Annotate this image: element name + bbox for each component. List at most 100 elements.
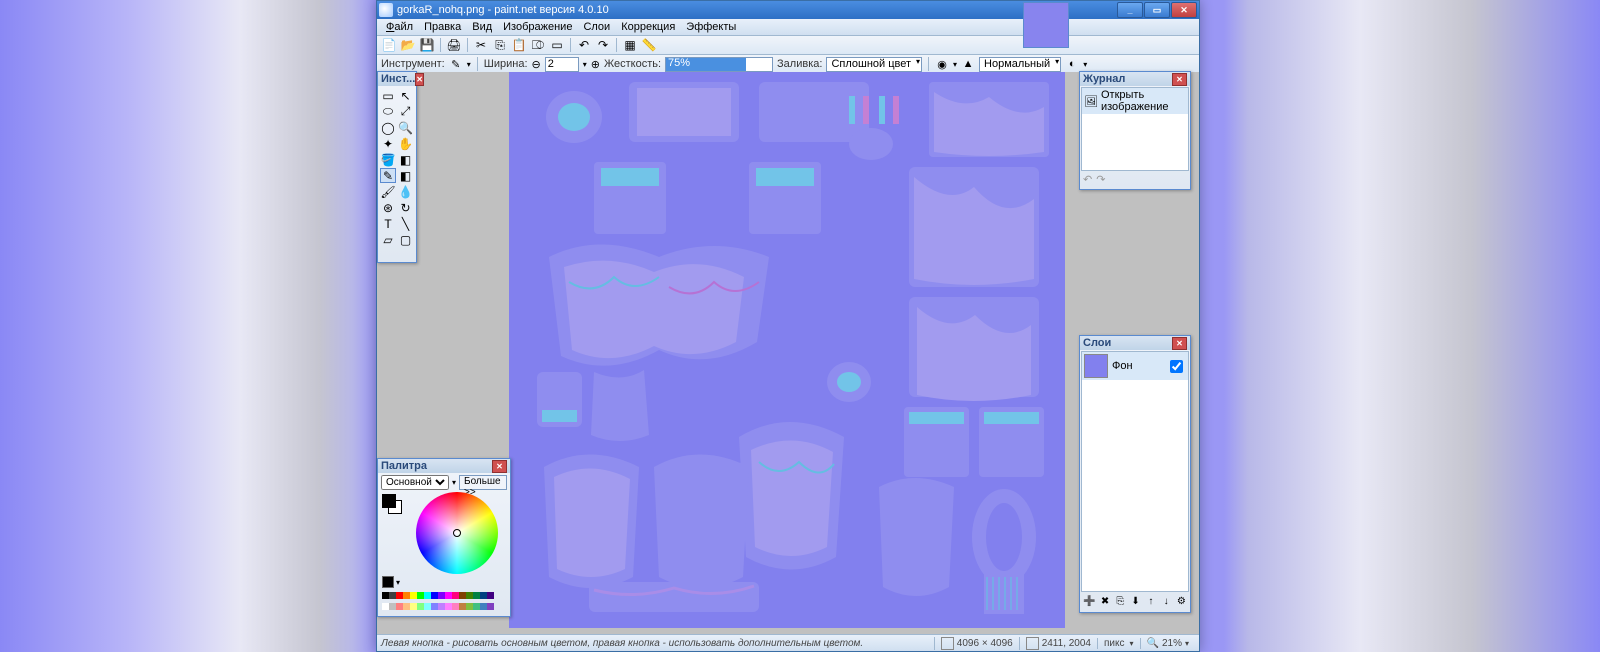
- line-tool[interactable]: ╲: [398, 216, 414, 231]
- menu-adjust[interactable]: Коррекция: [616, 21, 680, 33]
- ellipse-select-tool[interactable]: ◯: [380, 120, 396, 135]
- move-up-icon[interactable]: ↑: [1145, 595, 1156, 608]
- crop-icon[interactable]: ⎄: [530, 37, 546, 53]
- colors-panel[interactable]: Палитра✕ Основной ▾ Больше >> ▾: [377, 458, 511, 617]
- grid-icon[interactable]: ▦: [622, 37, 638, 53]
- palette-swatch[interactable]: [487, 592, 494, 599]
- lasso-tool[interactable]: ⬭: [380, 104, 396, 119]
- palette-swatch[interactable]: [452, 603, 459, 610]
- move-tool[interactable]: ↖: [398, 88, 414, 103]
- maximize-button[interactable]: ▭: [1144, 2, 1170, 18]
- palette-swatch[interactable]: [459, 592, 466, 599]
- open-icon[interactable]: 📂: [400, 37, 416, 53]
- gradient-tool[interactable]: ◧: [398, 152, 414, 167]
- history-item[interactable]: 🖼Открыть изображение: [1082, 88, 1188, 114]
- menu-layers[interactable]: Слои: [578, 21, 615, 33]
- palette-swatch[interactable]: [445, 603, 452, 610]
- zoom-tool[interactable]: 🔍: [398, 120, 414, 135]
- magic-wand-tool[interactable]: ✦: [380, 136, 396, 151]
- palette-swatch[interactable]: [466, 592, 473, 599]
- rect-select-tool[interactable]: ▭: [380, 88, 396, 103]
- history-list[interactable]: 🖼Открыть изображение: [1081, 87, 1189, 171]
- history-close-icon[interactable]: ✕: [1172, 73, 1187, 86]
- save-icon[interactable]: 💾: [419, 37, 435, 53]
- fg-color-swatch[interactable]: [382, 494, 396, 508]
- copy-icon[interactable]: ⎘: [492, 37, 508, 53]
- palette-swatch[interactable]: [480, 592, 487, 599]
- palette-swatch[interactable]: [487, 603, 494, 610]
- delete-layer-icon[interactable]: ✖: [1099, 595, 1110, 608]
- width-dec-button[interactable]: ⊖: [532, 58, 541, 71]
- pan-tool[interactable]: ✋: [398, 136, 414, 151]
- width-dropdown-icon[interactable]: ▾: [583, 60, 587, 69]
- palette-swatch[interactable]: [424, 603, 431, 610]
- palette-swatch[interactable]: [466, 603, 473, 610]
- ruler-icon[interactable]: 📏: [641, 37, 657, 53]
- width-inc-button[interactable]: ⊕: [591, 58, 600, 71]
- document-thumbnail[interactable]: [1023, 2, 1069, 48]
- redo-step-icon[interactable]: ↷: [1096, 173, 1105, 186]
- tools-close-icon[interactable]: ✕: [415, 73, 424, 86]
- paste-icon[interactable]: 📋: [511, 37, 527, 53]
- merge-layer-icon[interactable]: ⬇: [1130, 595, 1141, 608]
- fill-dropdown[interactable]: Сплошной цвет: [826, 57, 922, 72]
- undo-step-icon[interactable]: ↶: [1083, 173, 1092, 186]
- undo-icon[interactable]: ↶: [576, 37, 592, 53]
- fill-tool[interactable]: 🪣: [380, 152, 396, 167]
- palette-swatch[interactable]: [382, 592, 389, 599]
- palette-swatch[interactable]: [417, 603, 424, 610]
- eraser-tool[interactable]: ◧: [398, 168, 414, 183]
- palette-swatch[interactable]: [480, 603, 487, 610]
- cut-icon[interactable]: ✂: [473, 37, 489, 53]
- overwrite-icon[interactable]: ◐: [1065, 57, 1079, 71]
- palette-swatch[interactable]: [473, 592, 480, 599]
- fg-bg-swatches[interactable]: [382, 494, 400, 512]
- clone-tool[interactable]: ⊛: [380, 200, 396, 215]
- more-button[interactable]: Больше >>: [459, 475, 507, 490]
- titlebar[interactable]: gorkaR_nohq.png - paint.net версия 4.0.1…: [377, 1, 1199, 19]
- layer-props-icon[interactable]: ⚙: [1176, 595, 1187, 608]
- hardness-slider[interactable]: 75%: [665, 57, 773, 72]
- palette-swatch[interactable]: [410, 603, 417, 610]
- palette-swatch[interactable]: [424, 592, 431, 599]
- colors-close-icon[interactable]: ✕: [492, 460, 507, 473]
- color-wheel[interactable]: [416, 492, 498, 574]
- blend-dropdown[interactable]: Нормальный: [979, 57, 1061, 72]
- redo-icon[interactable]: ↷: [595, 37, 611, 53]
- layers-panel[interactable]: Слои✕ Фон ➕ ✖ ⎘ ⬇ ↑ ↓ ⚙: [1079, 335, 1191, 613]
- palette-swatch[interactable]: [445, 592, 452, 599]
- menu-view[interactable]: Вид: [467, 21, 497, 33]
- palette-swatch[interactable]: [396, 592, 403, 599]
- wheel-cursor[interactable]: [453, 529, 461, 537]
- palette-swatch[interactable]: [452, 592, 459, 599]
- deselect-icon[interactable]: ▭: [549, 37, 565, 53]
- add-layer-icon[interactable]: ➕: [1083, 595, 1095, 608]
- palette-swatch[interactable]: [459, 603, 466, 610]
- layers-close-icon[interactable]: ✕: [1172, 337, 1187, 350]
- new-icon[interactable]: 📄: [381, 37, 397, 53]
- move-selection-tool[interactable]: ⤢: [398, 104, 414, 119]
- antialias-icon[interactable]: ◉: [935, 57, 949, 71]
- palette-swatch[interactable]: [431, 592, 438, 599]
- layer-item[interactable]: Фон: [1082, 352, 1188, 380]
- history-panel[interactable]: Журнал✕ 🖼Открыть изображение ↶↷: [1079, 71, 1191, 190]
- palette-swatch[interactable]: [389, 592, 396, 599]
- document-canvas[interactable]: [509, 72, 1065, 628]
- tools-panel[interactable]: Инст...✕ ▭ ↖ ⬭ ⤢ ◯ 🔍 ✦ ✋ 🪣 ◧ ✎ ◧ 🖌 💧 ⊛ ↻…: [377, 71, 417, 263]
- palette-swatch[interactable]: [389, 603, 396, 610]
- palette-swatch[interactable]: [403, 603, 410, 610]
- palette-swatch[interactable]: [473, 603, 480, 610]
- palette-swatch[interactable]: [431, 603, 438, 610]
- tool-dropdown-icon[interactable]: ▾: [467, 60, 471, 69]
- palette-swatch[interactable]: [417, 592, 424, 599]
- pencil-icon[interactable]: ✎: [449, 57, 463, 71]
- duplicate-layer-icon[interactable]: ⎘: [1115, 595, 1126, 608]
- text-tool[interactable]: T: [380, 216, 396, 231]
- zoom-out-icon[interactable]: 🔍: [1147, 638, 1159, 649]
- menu-effects[interactable]: Эффекты: [681, 21, 741, 33]
- palette-swatch[interactable]: [403, 592, 410, 599]
- pencil-tool[interactable]: ✎: [380, 168, 396, 183]
- layer-visible-checkbox[interactable]: [1170, 360, 1183, 373]
- layers-list[interactable]: Фон: [1081, 351, 1189, 592]
- menu-edit[interactable]: Правка: [419, 21, 466, 33]
